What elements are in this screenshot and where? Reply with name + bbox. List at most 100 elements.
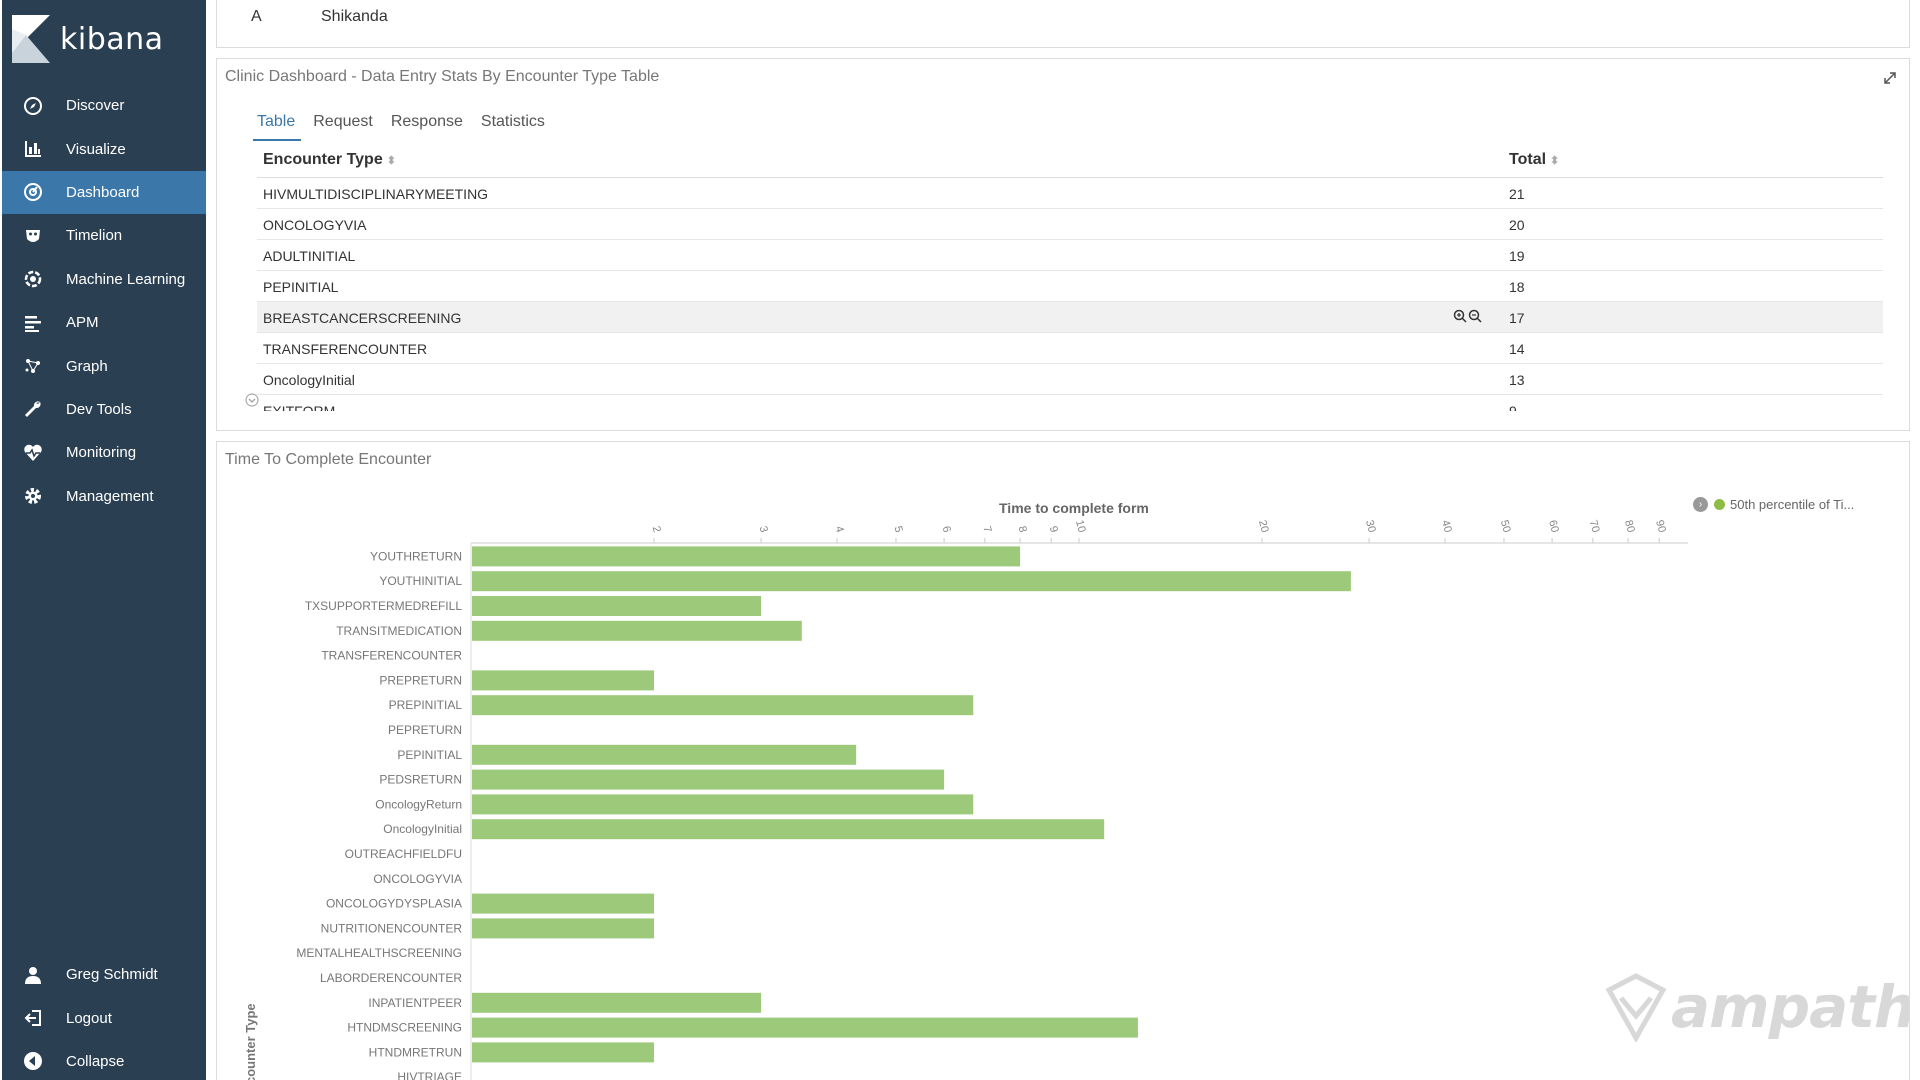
bar bbox=[472, 571, 1351, 592]
y-axis-title: Encounter Type bbox=[243, 1003, 258, 1080]
sidebar-item-collapse[interactable]: Collapse bbox=[2, 1040, 206, 1080]
y-tick-label: PEDSRETURN bbox=[379, 773, 462, 787]
sidebar-item-logout[interactable]: Logout bbox=[2, 996, 206, 1039]
cell-encounter-type: TRANSFERENCOUNTER bbox=[263, 341, 428, 357]
gear-icon bbox=[22, 485, 44, 507]
filter-for-value-icon[interactable] bbox=[1453, 309, 1467, 323]
machine-learning-icon bbox=[22, 268, 44, 290]
sidebar-item-label: Graph bbox=[66, 357, 108, 375]
tab-request[interactable]: Request bbox=[313, 109, 373, 141]
cell-total: 18 bbox=[1509, 279, 1525, 295]
sidebar-item-apm[interactable]: APM bbox=[2, 301, 206, 344]
bar bbox=[472, 1042, 655, 1063]
bar bbox=[472, 918, 655, 939]
bar bbox=[472, 744, 857, 765]
bar bbox=[472, 546, 1021, 567]
cell-value: Shikanda bbox=[321, 8, 388, 25]
tab-response[interactable]: Response bbox=[391, 109, 463, 141]
table-row: BREASTCANCERSCREENING 17 bbox=[257, 302, 1883, 333]
y-tick-label: TXSUPPORTERMEDREFILL bbox=[305, 599, 462, 613]
encounter-type-table-panel: Clinic Dashboard - Data Entry Stats By E… bbox=[216, 58, 1910, 431]
graph-icon bbox=[22, 355, 44, 377]
sort-icon[interactable]: ⬍ bbox=[387, 155, 396, 167]
y-tick-label: PEPRETURN bbox=[388, 723, 462, 737]
sidebar-item-machine-learning[interactable]: Machine Learning bbox=[2, 258, 206, 301]
wrench-icon bbox=[22, 398, 44, 420]
tab-statistics[interactable]: Statistics bbox=[481, 109, 545, 141]
column-header-encounter-type[interactable]: Encounter Type ⬍ bbox=[263, 151, 396, 169]
sidebar-item-dev-tools[interactable]: Dev Tools bbox=[2, 388, 206, 431]
column-header-label: Total bbox=[1509, 151, 1547, 168]
x-tick-label: 3 bbox=[757, 525, 770, 534]
sidebar-item-discover[interactable]: Discover bbox=[2, 84, 206, 127]
sidebar-item-label: Dashboard bbox=[66, 183, 140, 201]
sidebar-item-label: Management bbox=[66, 487, 154, 505]
previous-panel: A Shikanda bbox=[216, 0, 1910, 48]
y-tick-label: ONCOLOGYDYSPLASIA bbox=[326, 897, 462, 911]
expand-icon[interactable] bbox=[1883, 71, 1897, 85]
sort-icon[interactable]: ⬍ bbox=[1550, 155, 1559, 167]
sidebar-item-label: APM bbox=[66, 314, 99, 332]
x-tick-label: 4 bbox=[833, 525, 846, 534]
y-tick-label: HIVTRIAGE bbox=[397, 1070, 462, 1080]
x-tick-label: 50 bbox=[1498, 519, 1513, 534]
y-tick-label: PEPINITIAL bbox=[397, 748, 462, 762]
y-tick-label: OncologyInitial bbox=[383, 822, 462, 836]
y-tick-label: ONCOLOGYVIA bbox=[373, 872, 462, 886]
time-to-complete-panel: Time To Complete Encounter Time to compl… bbox=[216, 441, 1910, 1080]
y-tick-label: YOUTHINITIAL bbox=[379, 574, 462, 588]
table-row: OncologyInitial 13 bbox=[257, 364, 1883, 395]
x-tick-label: 80 bbox=[1622, 519, 1637, 534]
sidebar-item-visualize[interactable]: Visualize bbox=[2, 127, 206, 170]
bar bbox=[472, 819, 1105, 840]
filter-out-value-icon[interactable] bbox=[1468, 309, 1482, 323]
cell-encounter-type: EXITFORM bbox=[263, 403, 336, 411]
sidebar-item-monitoring[interactable]: Monitoring bbox=[2, 431, 206, 474]
x-tick-label: 8 bbox=[1016, 525, 1029, 534]
y-tick-label: INPATIENTPEER bbox=[368, 996, 462, 1010]
sidebar-item-label: Dev Tools bbox=[66, 400, 132, 418]
cell-total: 19 bbox=[1509, 248, 1525, 264]
sidebar: kibana Discover Visualize Dashboard Time… bbox=[2, 0, 206, 1080]
sidebar-item-label: Collapse bbox=[66, 1052, 125, 1070]
x-tick-label: 6 bbox=[940, 525, 953, 534]
compass-icon bbox=[22, 95, 44, 117]
bar bbox=[472, 992, 762, 1013]
table-row: PEPINITIAL 18 bbox=[257, 271, 1883, 302]
sidebar-item-label: Greg Schmidt bbox=[66, 966, 158, 984]
sidebar-item-management[interactable]: Management bbox=[2, 475, 206, 518]
scroll-down-icon[interactable] bbox=[245, 393, 259, 407]
x-tick-label: 2 bbox=[650, 525, 663, 534]
y-tick-label: HTNDMSCREENING bbox=[347, 1021, 462, 1035]
y-tick-label: TRANSITMEDICATION bbox=[336, 624, 462, 638]
sidebar-item-graph[interactable]: Graph bbox=[2, 344, 206, 387]
cell-filter-actions bbox=[1453, 309, 1482, 323]
sidebar-item-user[interactable]: Greg Schmidt bbox=[2, 953, 206, 996]
sidebar-item-label: Discover bbox=[66, 97, 125, 115]
bar bbox=[472, 670, 655, 691]
logout-icon bbox=[22, 1007, 44, 1029]
tab-table[interactable]: Table bbox=[252, 109, 302, 141]
bar bbox=[472, 794, 974, 815]
y-tick-label: OUTREACHFIELDFU bbox=[345, 847, 462, 861]
cell-encounter-type: OncologyInitial bbox=[263, 372, 355, 388]
cell-encounter-type: BREASTCANCERSCREENING bbox=[263, 310, 462, 326]
data-table: Encounter Type ⬍ Total ⬍ HIVMULTIDISCIPLIN… bbox=[257, 145, 1883, 411]
sidebar-item-timelion[interactable]: Timelion bbox=[2, 214, 206, 257]
bar bbox=[472, 620, 802, 641]
y-tick-label: OncologyReturn bbox=[375, 797, 462, 811]
bar bbox=[472, 695, 974, 716]
bar bbox=[472, 1017, 1138, 1038]
cell-value: A bbox=[251, 8, 262, 25]
column-header-total[interactable]: Total ⬍ bbox=[1509, 151, 1559, 169]
ampath-logo-icon bbox=[1605, 973, 1667, 1042]
kibana-logo[interactable]: kibana bbox=[12, 14, 164, 64]
x-tick-label: 9 bbox=[1047, 525, 1060, 534]
app-name: kibana bbox=[60, 21, 164, 57]
y-tick-label: MENTALHEALTHSCREENING bbox=[296, 946, 462, 960]
cell-total: 13 bbox=[1509, 372, 1525, 388]
sidebar-item-label: Visualize bbox=[66, 140, 126, 158]
sidebar-item-dashboard[interactable]: Dashboard bbox=[2, 170, 206, 215]
sidebar-bottom-nav: Greg Schmidt Logout Collapse bbox=[2, 953, 206, 1080]
table-row: HIVMULTIDISCIPLINARYMEETING 21 bbox=[257, 178, 1883, 209]
